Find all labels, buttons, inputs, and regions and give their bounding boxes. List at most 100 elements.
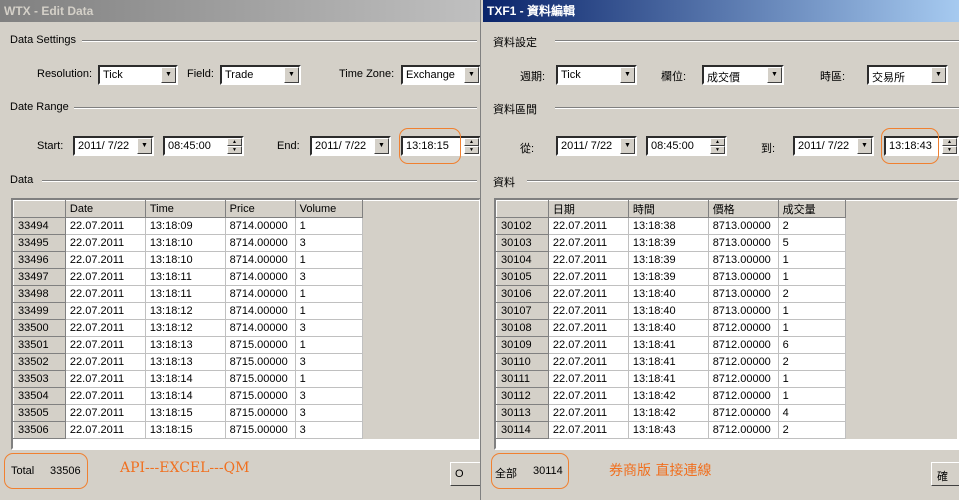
timezone-select[interactable]: 交易所 ▼ xyxy=(867,65,948,85)
end-date-picker[interactable]: 2011/ 7/22 ▼ xyxy=(310,136,391,156)
chevron-down-icon[interactable]: ▼ xyxy=(767,67,782,83)
table-row[interactable]: 30108 22.07.2011 13:18:40 8712.00000 1 xyxy=(496,319,957,337)
spin-up-icon[interactable]: ▲ xyxy=(942,138,957,146)
row-number[interactable]: 30109 xyxy=(496,336,549,354)
table-row[interactable]: 33496 22.07.2011 13:18:10 8714.00000 1 xyxy=(13,251,479,269)
column-header[interactable]: Price xyxy=(224,200,296,218)
row-number[interactable]: 33506 xyxy=(13,421,66,439)
row-number[interactable]: 30107 xyxy=(496,302,549,320)
spin-down-icon[interactable]: ▼ xyxy=(464,146,479,154)
table-cell: 8712.00000 xyxy=(708,336,779,354)
spin-up-icon[interactable]: ▲ xyxy=(227,138,242,146)
chevron-down-icon[interactable]: ▼ xyxy=(137,138,152,154)
column-header[interactable]: Date xyxy=(64,200,146,218)
data-grid[interactable]: 日期 時間 價格 成交量 30102 22.07.2011 13:18:38 8713.00… xyxy=(494,198,959,450)
end-date-picker[interactable]: 2011/ 7/22 ▼ xyxy=(793,136,874,156)
column-header[interactable]: 時間 xyxy=(627,200,709,218)
table-row[interactable]: 33497 22.07.2011 13:18:11 8714.00000 3 xyxy=(13,268,479,286)
table-row[interactable]: 33494 22.07.2011 13:18:09 8714.00000 1 xyxy=(13,217,479,235)
column-header[interactable]: 成交量 xyxy=(777,200,847,218)
row-number[interactable]: 30105 xyxy=(496,268,549,286)
table-row[interactable]: 33499 22.07.2011 13:18:12 8714.00000 1 xyxy=(13,302,479,320)
resolution-select[interactable]: Tick ▼ xyxy=(556,65,637,85)
row-number[interactable]: 33503 xyxy=(13,370,66,388)
row-number[interactable]: 30108 xyxy=(496,319,549,337)
row-filler xyxy=(845,234,957,252)
row-number[interactable]: 33502 xyxy=(13,353,66,371)
table-row[interactable]: 30102 22.07.2011 13:18:38 8713.00000 2 xyxy=(496,217,957,235)
row-number[interactable]: 33498 xyxy=(13,285,66,303)
row-filler xyxy=(845,404,957,422)
row-number[interactable]: 33495 xyxy=(13,234,66,252)
chevron-down-icon[interactable]: ▼ xyxy=(161,67,176,83)
row-number[interactable]: 30114 xyxy=(496,421,549,439)
data-grid[interactable]: Date Time Price Volume 33494 22.07.2011 13:18… xyxy=(11,198,480,450)
spin-up-icon[interactable]: ▲ xyxy=(710,138,725,146)
start-date-picker[interactable]: 2011/ 7/22 ▼ xyxy=(73,136,154,156)
table-row[interactable]: 33505 22.07.2011 13:18:15 8715.00000 3 xyxy=(13,404,479,422)
column-header[interactable]: Volume xyxy=(294,200,364,218)
confirm-button[interactable]: 確 xyxy=(931,462,959,486)
row-number[interactable]: 33496 xyxy=(13,251,66,269)
field-select[interactable]: 成交價 ▼ xyxy=(702,65,784,85)
chevron-down-icon[interactable]: ▼ xyxy=(374,138,389,154)
start-time-stepper[interactable]: 08:45:00 ▲ ▼ xyxy=(646,136,727,156)
chevron-down-icon[interactable]: ▼ xyxy=(620,67,635,83)
chevron-down-icon[interactable]: ▼ xyxy=(931,67,946,83)
row-number[interactable]: 33494 xyxy=(13,217,66,235)
ok-button[interactable]: O xyxy=(450,462,480,486)
column-header[interactable]: Time xyxy=(144,200,226,218)
spin-down-icon[interactable]: ▼ xyxy=(227,146,242,154)
confirm-button-label: 確 xyxy=(937,471,948,483)
row-number[interactable]: 30113 xyxy=(496,404,549,422)
table-cell: 13:18:39 xyxy=(628,251,709,269)
chevron-down-icon[interactable]: ▼ xyxy=(464,67,479,83)
row-filler xyxy=(845,302,957,320)
row-number[interactable]: 33499 xyxy=(13,302,66,320)
table-row[interactable]: 30110 22.07.2011 13:18:41 8712.00000 2 xyxy=(496,353,957,371)
row-number[interactable]: 33501 xyxy=(13,336,66,354)
chevron-down-icon[interactable]: ▼ xyxy=(620,138,635,154)
row-number[interactable]: 30102 xyxy=(496,217,549,235)
row-number[interactable]: 33500 xyxy=(13,319,66,337)
table-row[interactable]: 33495 22.07.2011 13:18:10 8714.00000 3 xyxy=(13,234,479,252)
row-number[interactable]: 33497 xyxy=(13,268,66,286)
row-number[interactable]: 30103 xyxy=(496,234,549,252)
field-select[interactable]: Trade ▼ xyxy=(220,65,301,85)
table-row[interactable]: 33504 22.07.2011 13:18:14 8715.00000 3 xyxy=(13,387,479,405)
row-number[interactable]: 30104 xyxy=(496,251,549,269)
spin-down-icon[interactable]: ▼ xyxy=(710,146,725,154)
row-number[interactable]: 33504 xyxy=(13,387,66,405)
row-number[interactable]: 33505 xyxy=(13,404,66,422)
table-row[interactable]: 33501 22.07.2011 13:18:13 8715.00000 1 xyxy=(13,336,479,354)
row-number[interactable]: 30106 xyxy=(496,285,549,303)
row-number[interactable]: 30112 xyxy=(496,387,549,405)
table-row[interactable]: 33502 22.07.2011 13:18:13 8715.00000 3 xyxy=(13,353,479,371)
table-row[interactable]: 30106 22.07.2011 13:18:40 8713.00000 2 xyxy=(496,285,957,303)
table-row[interactable]: 33498 22.07.2011 13:18:11 8714.00000 1 xyxy=(13,285,479,303)
table-row[interactable]: 30103 22.07.2011 13:18:39 8713.00000 5 xyxy=(496,234,957,252)
table-row[interactable]: 30111 22.07.2011 13:18:41 8712.00000 1 xyxy=(496,370,957,388)
spin-up-icon[interactable]: ▲ xyxy=(464,138,479,146)
spin-down-icon[interactable]: ▼ xyxy=(942,146,957,154)
table-row[interactable]: 30114 22.07.2011 13:18:43 8712.00000 2 xyxy=(496,421,957,439)
table-row[interactable]: 33503 22.07.2011 13:18:14 8715.00000 1 xyxy=(13,370,479,388)
table-row[interactable]: 33506 22.07.2011 13:18:15 8715.00000 3 xyxy=(13,421,479,439)
table-row[interactable]: 30105 22.07.2011 13:18:39 8713.00000 1 xyxy=(496,268,957,286)
table-row[interactable]: 30107 22.07.2011 13:18:40 8713.00000 1 xyxy=(496,302,957,320)
column-header[interactable]: 日期 xyxy=(547,200,629,218)
row-number[interactable]: 30110 xyxy=(496,353,549,371)
table-row[interactable]: 30113 22.07.2011 13:18:42 8712.00000 4 xyxy=(496,404,957,422)
start-time-stepper[interactable]: 08:45:00 ▲ ▼ xyxy=(163,136,244,156)
row-number[interactable]: 30111 xyxy=(496,370,549,388)
timezone-select[interactable]: Exchange ▼ xyxy=(401,65,480,85)
table-row[interactable]: 30104 22.07.2011 13:18:39 8713.00000 1 xyxy=(496,251,957,269)
chevron-down-icon[interactable]: ▼ xyxy=(857,138,872,154)
start-date-picker[interactable]: 2011/ 7/22 ▼ xyxy=(556,136,637,156)
chevron-down-icon[interactable]: ▼ xyxy=(284,67,299,83)
resolution-select[interactable]: Tick ▼ xyxy=(98,65,178,85)
column-header[interactable]: 價格 xyxy=(707,200,779,218)
table-row[interactable]: 30112 22.07.2011 13:18:42 8712.00000 1 xyxy=(496,387,957,405)
table-row[interactable]: 30109 22.07.2011 13:18:41 8712.00000 6 xyxy=(496,336,957,354)
table-row[interactable]: 33500 22.07.2011 13:18:12 8714.00000 3 xyxy=(13,319,479,337)
